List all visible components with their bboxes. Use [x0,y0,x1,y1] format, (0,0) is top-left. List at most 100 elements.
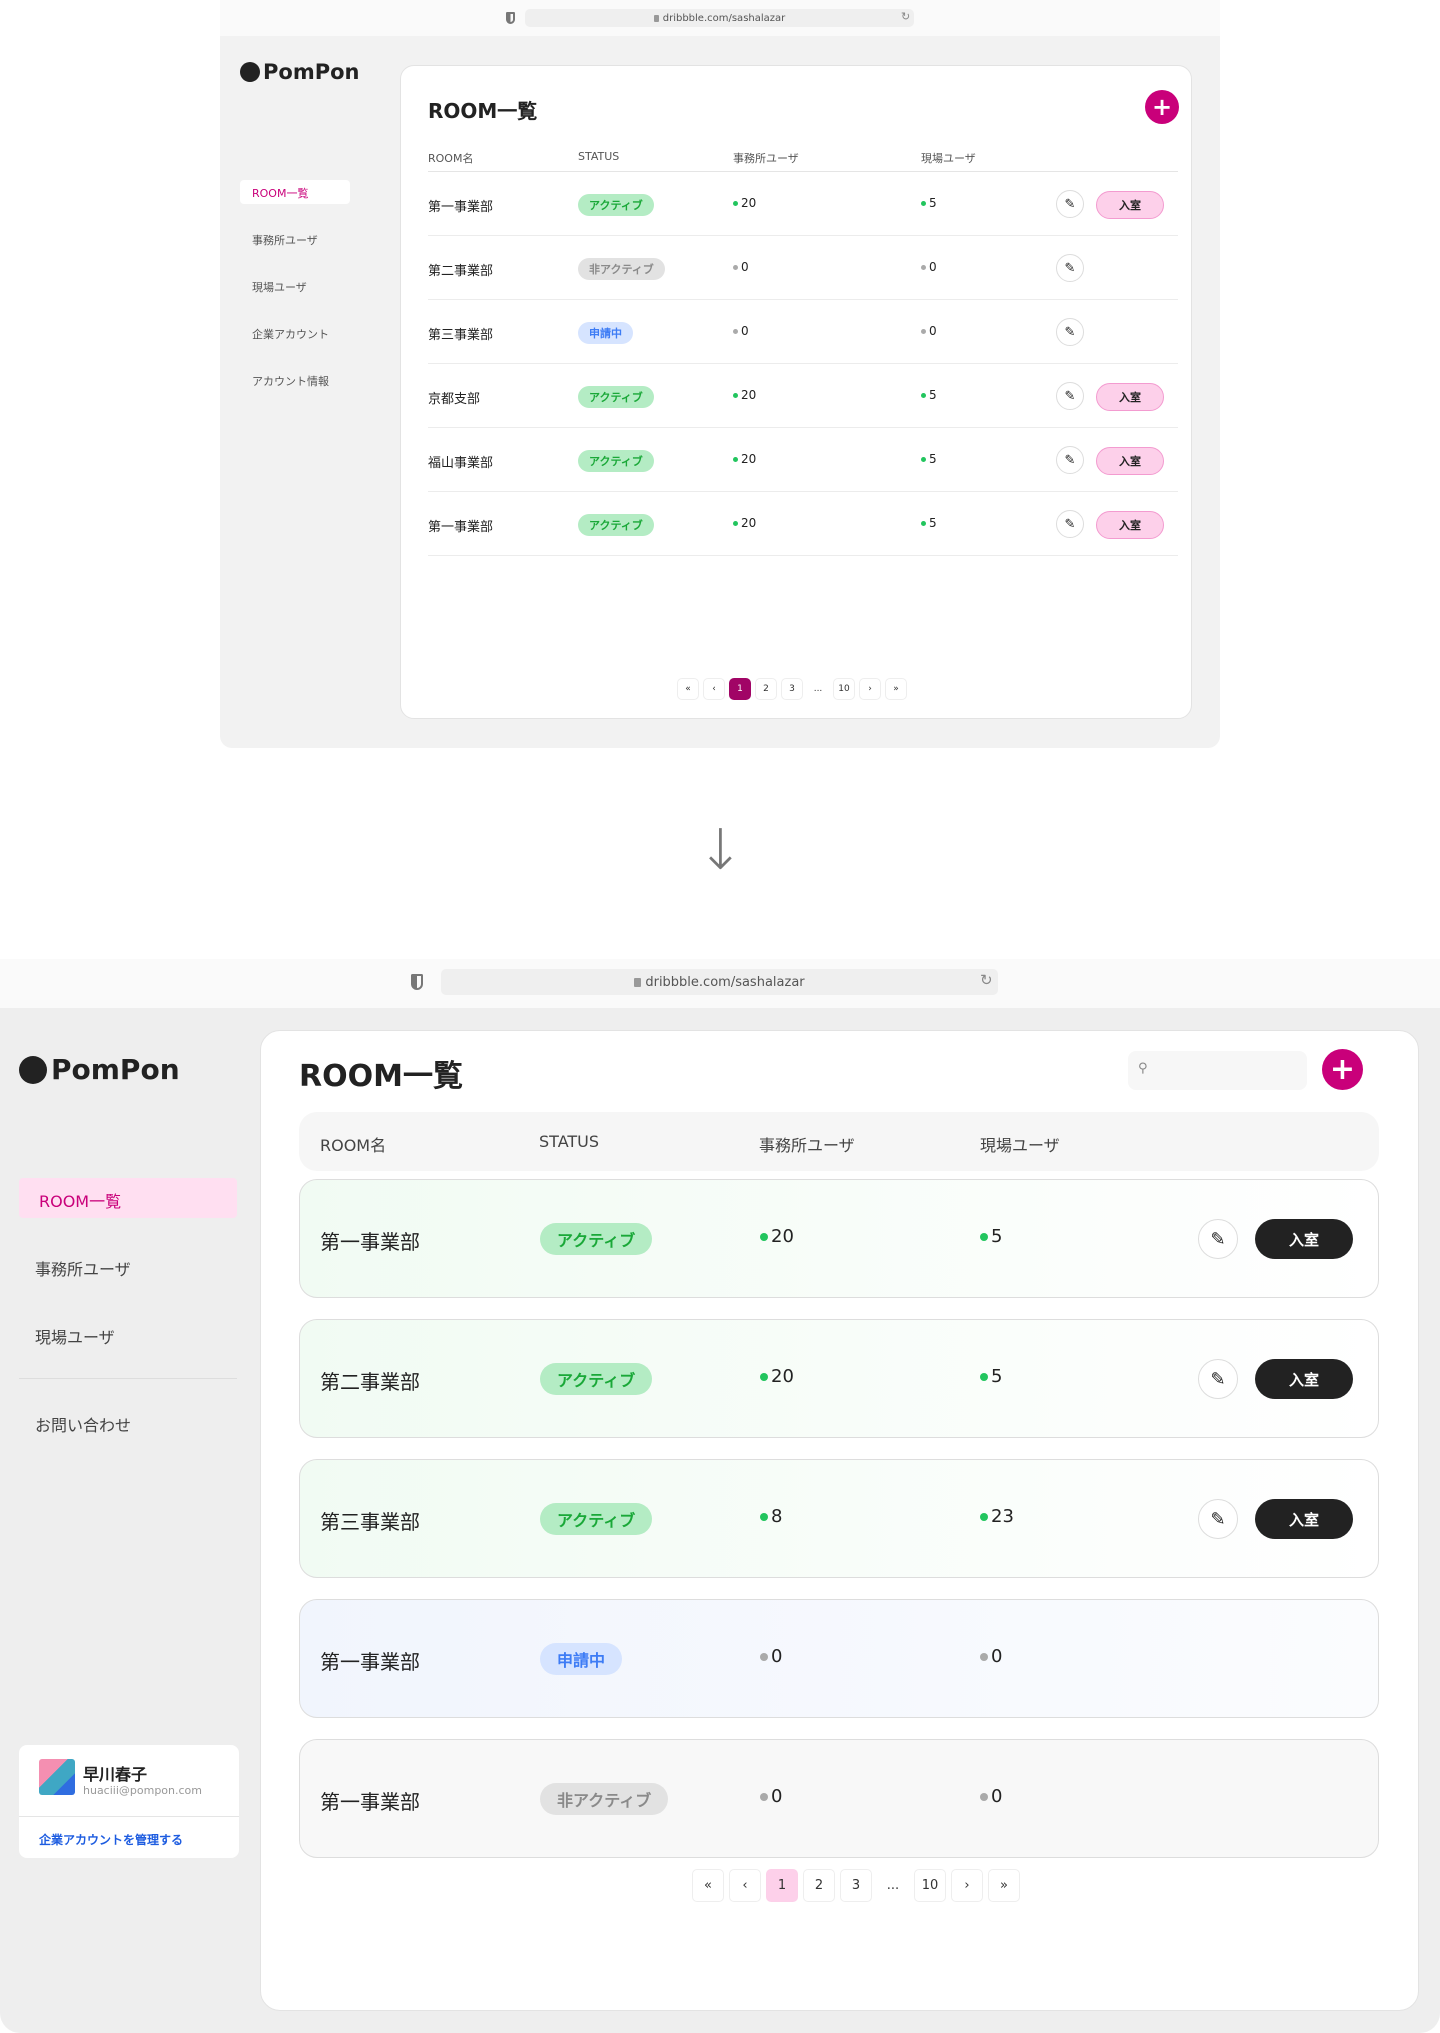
url-bar[interactable]: dribbble.com/sashalazar [441,969,998,995]
status-badge: 非アクティブ [540,1783,669,1815]
user-email: huaciii@pompon.com [83,1784,203,1797]
page-button[interactable]: 10 [914,1869,946,1902]
status-dot [921,457,926,462]
search-input[interactable]: ⚲ [1128,1051,1307,1090]
page-button[interactable]: 10 [833,678,855,700]
page-button[interactable]: 3 [781,678,803,700]
page-button[interactable]: › [951,1869,983,1902]
site-user-count: 5 [921,388,937,402]
add-room-button[interactable]: + [1322,1049,1363,1090]
site-user-count: 23 [980,1506,1014,1527]
sidebar-item[interactable]: 事務所ユーザ [19,1246,237,1286]
page-button[interactable]: 2 [803,1869,835,1902]
page-button[interactable]: 3 [840,1869,872,1902]
search-icon: ⚲ [1138,1061,1148,1076]
status-dot [760,1653,768,1661]
pencil-icon: ✎ [1064,516,1076,532]
edit-button[interactable]: ✎ [1198,1219,1238,1259]
sidebar-item[interactable]: 事務所ユーザ [240,227,350,251]
sidebar-item[interactable]: ROOM一覧 [19,1178,237,1218]
column-header: STATUS [578,150,620,163]
enter-button[interactable]: 入室 [1096,191,1164,219]
page-button[interactable]: 2 [755,678,777,700]
edit-button[interactable]: ✎ [1056,510,1084,538]
search-field[interactable] [1158,1059,1298,1074]
page-button[interactable]: 1 [766,1869,798,1902]
add-room-button[interactable]: + [1145,90,1179,124]
enter-button[interactable]: 入室 [1255,1499,1353,1539]
status-badge: アクティブ [540,1223,653,1255]
page-button[interactable]: 1 [729,678,751,700]
room-row[interactable]: 第一事業部 申請中 0 0 [299,1599,1379,1718]
room-row[interactable]: 第一事業部 非アクティブ 0 0 [299,1739,1379,1858]
office-user-count: 0 [760,1786,782,1807]
sidebar-item-contact[interactable]: お問い合わせ [35,1412,131,1436]
page-button[interactable]: ‹ [729,1869,761,1902]
enter-button[interactable]: 入室 [1255,1219,1353,1259]
plus-icon: + [1329,1052,1356,1087]
edit-button[interactable]: ✎ [1056,382,1084,410]
lock-icon [653,14,659,22]
reload-icon[interactable]: ↻ [901,10,910,23]
status-badge: アクティブ [578,514,654,536]
url-text: dribbble.com/sashalazar [662,12,786,24]
site-user-count: 0 [980,1646,1002,1667]
enter-button[interactable]: 入室 [1096,383,1164,411]
reload-icon[interactable]: ↻ [980,971,993,989]
room-name: 第二事業部 [320,1370,420,1394]
site-user-count: 5 [980,1226,1002,1247]
edit-button[interactable]: ✎ [1056,446,1084,474]
room-name: 京都支部 [428,392,481,407]
count-value: 0 [741,324,749,338]
count-value: 20 [741,388,757,402]
sidebar-item[interactable]: 現場ユーザ [240,274,350,298]
sidebar-divider [19,1378,237,1379]
browser-bar: dribbble.com/sashalazar ↻ [220,0,1220,36]
table-header: ROOM名 STATUS 事務所ユーザ 現場ユーザ [299,1112,1379,1171]
room-row[interactable]: 第二事業部 アクティブ 20 5 ✎ 入室 [299,1319,1379,1438]
count-value: 20 [771,1366,794,1387]
user-card: 早川春子 huaciii@pompon.com 企業アカウントを管理する [19,1745,239,1858]
status-dot [760,1793,768,1801]
sidebar-item[interactable]: ROOM一覧 [240,180,350,204]
count-value: 5 [929,452,937,466]
page-button[interactable]: » [885,678,907,700]
logo-mark-icon [19,1055,47,1084]
page-button[interactable]: « [692,1869,724,1902]
status-dot [760,1233,768,1241]
sidebar-item[interactable]: 企業アカウント [240,321,350,345]
status-dot [921,393,926,398]
edit-button[interactable]: ✎ [1056,318,1084,346]
page-title: ROOM一覧 [299,1059,463,1094]
room-row[interactable]: 第三事業部 アクティブ 8 23 ✎ 入室 [299,1459,1379,1578]
table-row: 京都支部 アクティブ 20 5 ✎ 入室 [428,364,1178,428]
url-bar[interactable]: dribbble.com/sashalazar [525,9,914,27]
table-row: 第一事業部 アクティブ 20 5 ✎ 入室 [428,492,1178,556]
edit-button[interactable]: ✎ [1198,1499,1238,1539]
pencil-icon: ✎ [1210,1228,1226,1250]
page-button[interactable]: » [988,1869,1020,1902]
status-badge: 申請中 [540,1643,623,1675]
sidebar-item[interactable]: アカウント情報 [240,368,350,392]
enter-button[interactable]: 入室 [1096,447,1164,475]
page-button[interactable]: ‹ [703,678,725,700]
count-value: 0 [991,1646,1003,1667]
enter-button[interactable]: 入室 [1255,1359,1353,1399]
manage-account-link[interactable]: 企業アカウントを管理する [39,1831,183,1848]
edit-button[interactable]: ✎ [1198,1359,1238,1399]
pencil-icon: ✎ [1064,196,1076,212]
sidebar-item[interactable]: 現場ユーザ [19,1314,237,1354]
room-row[interactable]: 第一事業部 アクティブ 20 5 ✎ 入室 [299,1179,1379,1298]
count-value: 0 [771,1786,783,1807]
avatar[interactable] [39,1759,75,1795]
count-value: 20 [741,516,757,530]
edit-button[interactable]: ✎ [1056,254,1084,282]
page-button[interactable]: › [859,678,881,700]
enter-button[interactable]: 入室 [1096,511,1164,539]
room-name: 福山事業部 [428,456,494,471]
edit-button[interactable]: ✎ [1056,190,1084,218]
pencil-icon: ✎ [1064,324,1076,340]
office-user-count: 8 [760,1506,782,1527]
page-button[interactable]: « [677,678,699,700]
status-dot [980,1793,988,1801]
